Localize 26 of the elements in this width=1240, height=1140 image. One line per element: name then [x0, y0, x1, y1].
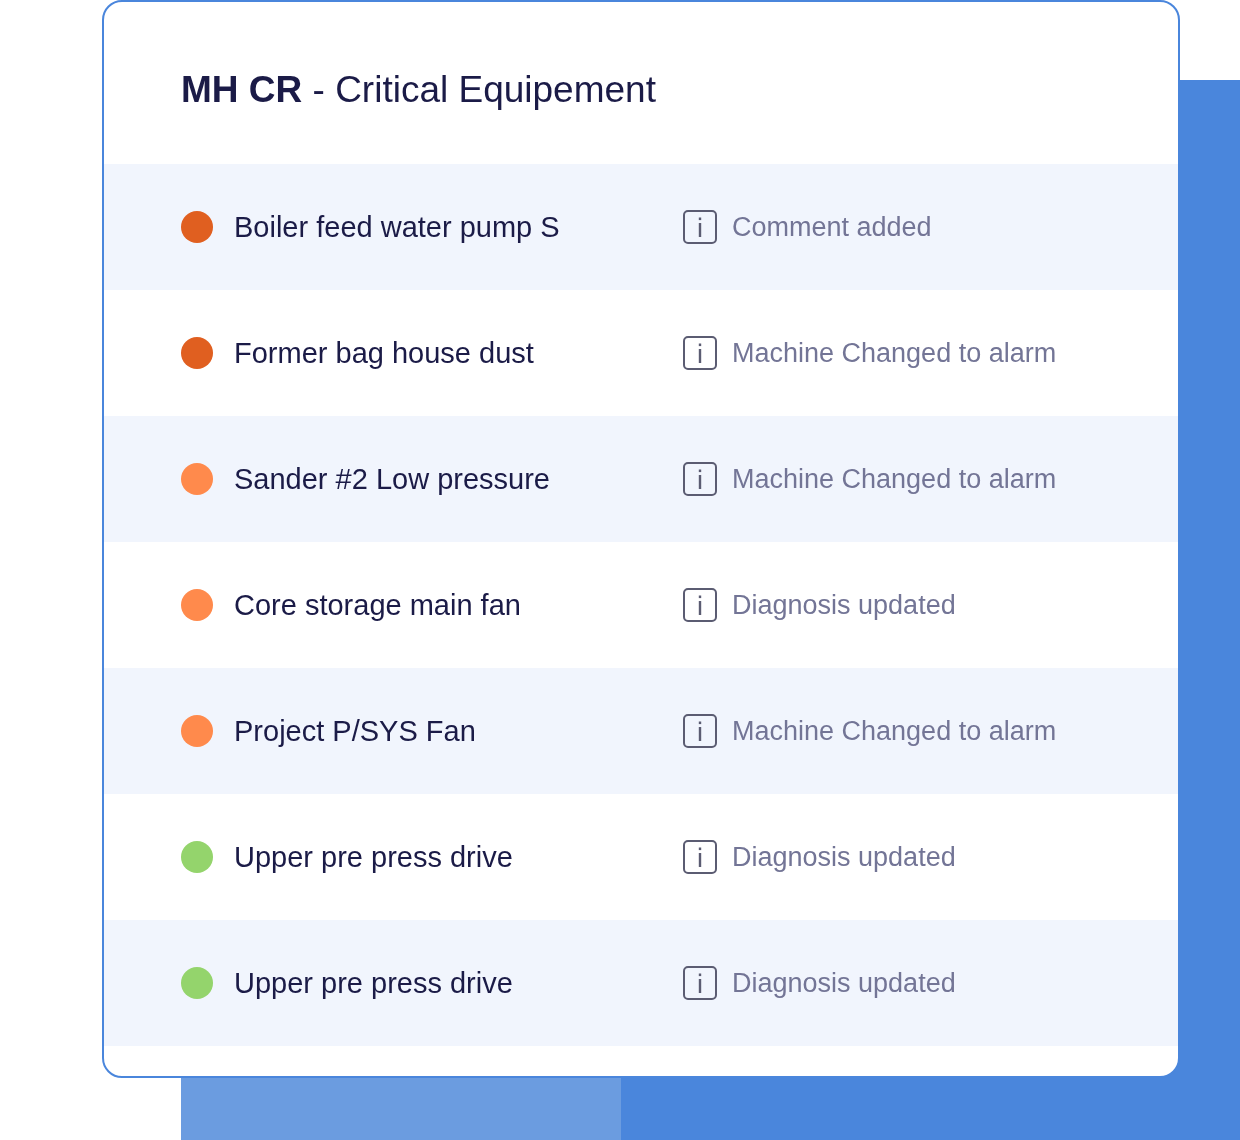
info-icon[interactable]: [683, 966, 717, 1000]
status-message: Diagnosis updated: [732, 589, 956, 621]
equipment-row[interactable]: Upper pre press drive Diagnosis updated: [104, 920, 1178, 1046]
equipment-row[interactable]: Sander #2 Low pressure Machine Changed to alarm: [104, 416, 1178, 542]
equipment-row[interactable]: Boiler feed water pump S Comment added: [104, 164, 1178, 290]
equipment-name: Sander #2 Low pressure: [234, 462, 551, 496]
equipment-row[interactable]: Project P/SYS Fan Machine Changed to alarm: [104, 668, 1178, 794]
equipment-name: Former bag house dust: [234, 336, 535, 370]
equipment-name: Upper pre press drive: [234, 840, 514, 874]
equipment-name: Project P/SYS Fan: [234, 714, 477, 748]
equipment-name: Core storage main fan: [234, 588, 522, 622]
equipment-name: Boiler feed water pump S: [234, 210, 561, 244]
info-icon[interactable]: [683, 210, 717, 244]
status-message: Machine Changed to alarm: [732, 715, 1057, 747]
info-icon[interactable]: [683, 588, 717, 622]
info-icon[interactable]: [683, 840, 717, 874]
card-title: MH CR - Critical Equipement: [181, 68, 656, 112]
status-message: Diagnosis updated: [732, 967, 956, 999]
info-icon[interactable]: [683, 714, 717, 748]
status-message: Diagnosis updated: [732, 841, 956, 873]
equipment-name: Upper pre press drive: [234, 966, 514, 1000]
status-message: Comment added: [732, 211, 932, 243]
status-message: Machine Changed to alarm: [732, 463, 1057, 495]
info-icon[interactable]: [683, 462, 717, 496]
status-message: Machine Changed to alarm: [732, 337, 1057, 369]
info-icon[interactable]: [683, 336, 717, 370]
